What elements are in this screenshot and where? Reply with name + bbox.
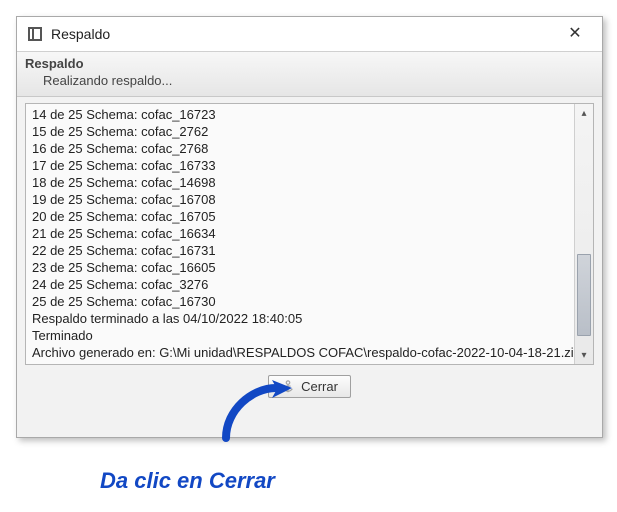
log-line: 15 de 25 Schema: cofac_2762: [32, 123, 567, 140]
app-icon: [27, 26, 43, 42]
header-section-label: Respaldo: [25, 56, 594, 71]
cerrar-button[interactable]: Cerrar: [268, 375, 351, 398]
log-line: ----------------------------------------: [32, 361, 567, 364]
log-line: 19 de 25 Schema: cofac_16708: [32, 191, 567, 208]
cerrar-button-label: Cerrar: [301, 379, 338, 394]
log-line: Respaldo terminado a las 04/10/2022 18:4…: [32, 310, 567, 327]
log-line: 16 de 25 Schema: cofac_2768: [32, 140, 567, 157]
window-title: Respaldo: [51, 26, 110, 42]
close-icon: ✕: [568, 26, 581, 42]
scrollbar-thumb[interactable]: [577, 254, 591, 336]
backup-dialog-window: Respaldo ✕ Respaldo Realizando respaldo.…: [16, 16, 603, 438]
log-line: 22 de 25 Schema: cofac_16731: [32, 242, 567, 259]
anchor-icon: [281, 380, 295, 394]
annotation-text: Da clic en Cerrar: [100, 468, 275, 494]
log-line: 18 de 25 Schema: cofac_14698: [32, 174, 567, 191]
log-line: 17 de 25 Schema: cofac_16733: [32, 157, 567, 174]
log-line: Archivo generado en: G:\Mi unidad\RESPAL…: [32, 344, 567, 361]
log-line: 21 de 25 Schema: cofac_16634: [32, 225, 567, 242]
log-text: 14 de 25 Schema: cofac_1672315 de 25 Sch…: [26, 104, 573, 364]
scroll-down-arrow-icon[interactable]: ▾: [575, 346, 593, 364]
log-line: 23 de 25 Schema: cofac_16605: [32, 259, 567, 276]
header-status-label: Realizando respaldo...: [25, 73, 594, 88]
scroll-up-arrow-icon[interactable]: ▴: [575, 104, 593, 122]
log-line: 14 de 25 Schema: cofac_16723: [32, 106, 567, 123]
title-bar: Respaldo ✕: [17, 17, 602, 52]
log-panel: 14 de 25 Schema: cofac_1672315 de 25 Sch…: [25, 103, 594, 365]
log-line: 20 de 25 Schema: cofac_16705: [32, 208, 567, 225]
dialog-header: Respaldo Realizando respaldo...: [17, 52, 602, 97]
log-line: Terminado: [32, 327, 567, 344]
vertical-scrollbar[interactable]: ▴ ▾: [574, 104, 593, 364]
window-close-button[interactable]: ✕: [558, 22, 592, 46]
log-line: 24 de 25 Schema: cofac_3276: [32, 276, 567, 293]
log-line: 25 de 25 Schema: cofac_16730: [32, 293, 567, 310]
